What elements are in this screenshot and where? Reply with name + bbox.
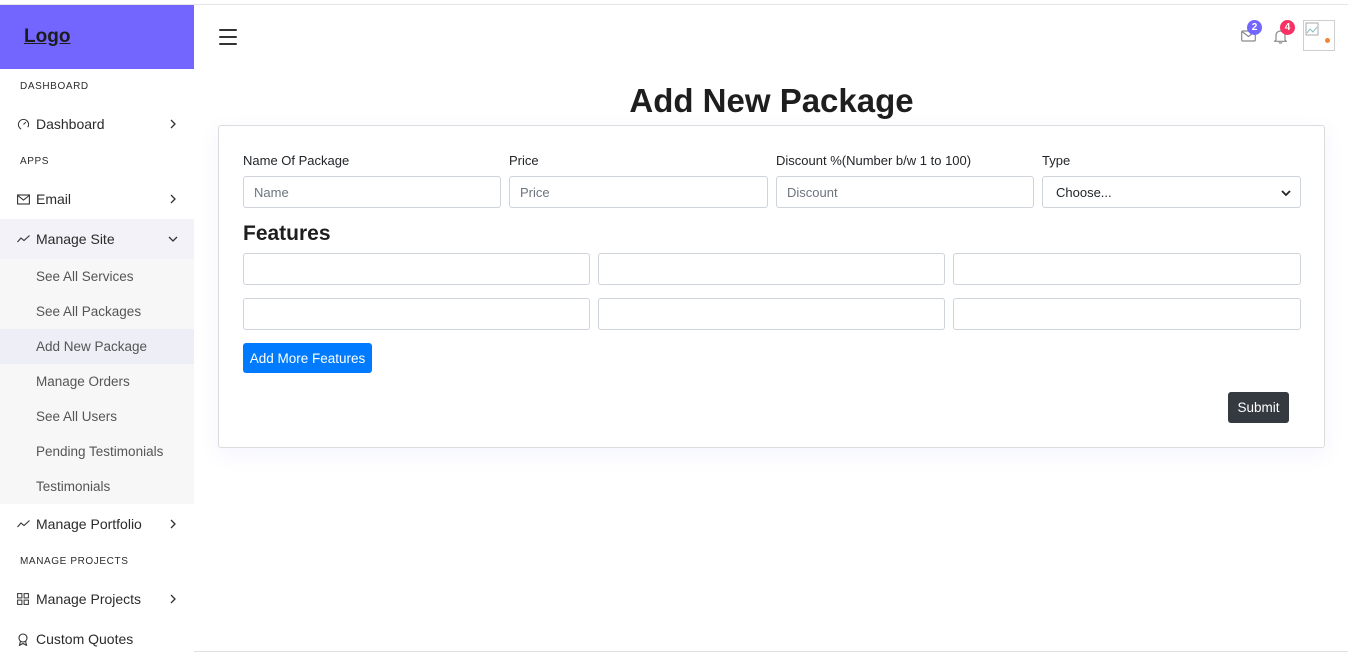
sidebar-item-label: Manage Portfolio	[36, 516, 142, 532]
submenu-item-manage-orders[interactable]: Manage Orders	[0, 364, 194, 399]
gauge-icon	[16, 117, 30, 131]
page-title: Add New Package	[629, 82, 914, 119]
footer-divider	[194, 651, 1348, 652]
package-form-card	[218, 125, 1325, 448]
sidebar-item-label: Dashboard	[36, 116, 105, 132]
sidebar-item-manage-projects[interactable]: Manage Projects	[0, 579, 194, 619]
chevron-right-icon	[168, 594, 178, 604]
sidebar-item-custom-quotes[interactable]: Custom Quotes	[0, 619, 194, 657]
sidebar-item-label: Email	[36, 191, 72, 207]
sidebar: Logo DASHBOARD Dashboard APPS Email Mana…	[0, 5, 194, 657]
section-title-dashboard: DASHBOARD	[20, 81, 89, 92]
trending-icon	[16, 232, 30, 246]
sidebar-item-label: Manage Site	[36, 231, 115, 247]
name-label: Name Of Package	[243, 153, 350, 168]
award-icon	[16, 632, 30, 646]
chevron-down-icon	[1280, 187, 1292, 199]
submenu-item-testimonials[interactable]: Testimonials	[0, 469, 194, 504]
sidebar-item-manage-site[interactable]: Manage Site	[0, 219, 194, 259]
chevron-down-icon	[168, 234, 178, 244]
submit-button[interactable]: Submit	[1228, 392, 1289, 423]
sidebar-item-label: Manage Projects	[36, 591, 142, 607]
submenu-item-pending-testimonials[interactable]: Pending Testimonials	[0, 434, 194, 469]
features-heading: Features	[243, 222, 331, 245]
feature-input[interactable]	[243, 253, 590, 285]
discount-label: Discount %(Number b/w 1 to 100)	[776, 153, 972, 168]
manage-site-submenu: See All Services See All Packages Add Ne…	[0, 259, 194, 504]
feature-input[interactable]	[953, 253, 1301, 285]
submenu-item-see-all-users[interactable]: See All Users	[0, 399, 194, 434]
add-more-features-button[interactable]: Add More Features	[243, 343, 372, 373]
sidebar-item-manage-portfolio[interactable]: Manage Portfolio	[0, 504, 194, 544]
package-name-input[interactable]	[243, 176, 501, 208]
mail-count-badge: 2	[1247, 20, 1262, 35]
chevron-right-icon	[168, 119, 178, 129]
type-select[interactable]: Choose...	[1042, 176, 1301, 208]
feature-input[interactable]	[243, 298, 590, 330]
submenu-item-add-new-package[interactable]: Add New Package	[0, 329, 194, 364]
sidebar-item-label: Custom Quotes	[36, 631, 134, 647]
notification-count-badge: 4	[1280, 20, 1295, 35]
submenu-item-see-all-packages[interactable]: See All Packages	[0, 294, 194, 329]
avatar[interactable]	[1303, 20, 1335, 51]
logo-area: Logo	[0, 5, 194, 69]
feature-input[interactable]	[598, 298, 945, 330]
feature-input[interactable]	[953, 298, 1301, 330]
grid-icon	[16, 592, 30, 606]
chevron-right-icon	[168, 519, 178, 529]
sidebar-item-email[interactable]: Email	[0, 179, 194, 219]
online-status-dot	[1325, 38, 1330, 43]
discount-input[interactable]	[776, 176, 1034, 208]
submenu-item-see-all-services[interactable]: See All Services	[0, 259, 194, 294]
sidebar-item-dashboard[interactable]: Dashboard	[0, 104, 194, 144]
section-title-manage-projects: MANAGE PROJECTS	[20, 556, 129, 567]
price-input[interactable]	[509, 176, 768, 208]
type-label: Type	[1042, 153, 1071, 168]
type-select-value: Choose...	[1056, 184, 1112, 200]
logo-link[interactable]: Logo	[24, 26, 70, 48]
feature-input[interactable]	[598, 253, 945, 285]
section-title-apps: APPS	[20, 156, 50, 167]
top-border	[0, 0, 1348, 5]
price-label: Price	[509, 153, 539, 168]
mail-icon	[16, 192, 30, 206]
broken-image-icon	[1305, 22, 1319, 36]
chevron-right-icon	[168, 194, 178, 204]
menu-toggle-icon[interactable]	[219, 29, 237, 45]
trending-icon	[16, 517, 30, 531]
